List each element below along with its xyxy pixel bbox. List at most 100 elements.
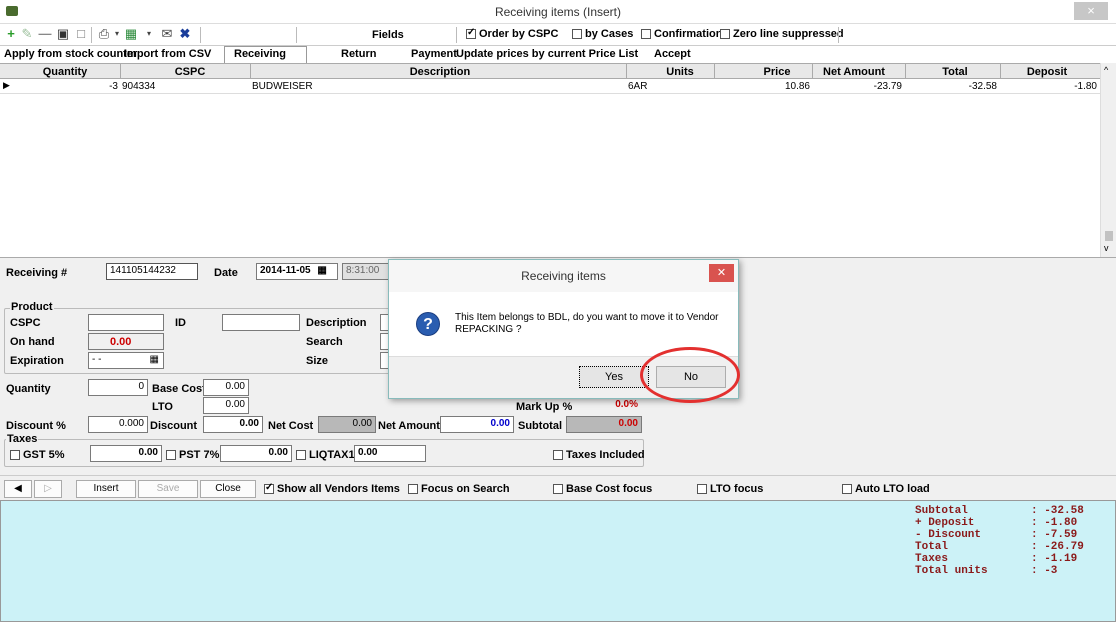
cell-quantity[interactable]: -3	[30, 81, 118, 92]
col-description[interactable]: Description	[380, 66, 500, 78]
id-label: ID	[175, 317, 186, 329]
quantity-input[interactable]: 0	[88, 379, 148, 396]
col-net-amount[interactable]: Net Amount	[814, 66, 894, 78]
items-grid[interactable]: ▶ -3 904334 BUDWEISER 6AR 10.86 -23.79 -…	[0, 79, 1100, 257]
by-cases-label: by Cases	[585, 28, 634, 40]
taxes-included-checkbox[interactable]: Taxes Included	[553, 449, 645, 461]
col-cspc[interactable]: CSPC	[150, 66, 230, 78]
remove-icon[interactable]: —	[38, 27, 52, 41]
cell-units[interactable]: 6AR	[628, 81, 647, 92]
preview-icon[interactable]: ▣	[56, 27, 70, 41]
pst-checkbox[interactable]: PST 7%	[166, 449, 219, 461]
auto-lto-checkbox[interactable]: Auto LTO load	[842, 483, 930, 495]
discount-input[interactable]: 0.00	[203, 416, 263, 433]
col-separator	[905, 64, 906, 80]
time-field[interactable]: 8:31:00	[342, 263, 390, 280]
email-icon[interactable]: ✉	[160, 27, 174, 41]
print-dropdown-icon[interactable]: ▾	[110, 27, 124, 41]
onhand-label: On hand	[10, 336, 55, 348]
liqtax-checkbox[interactable]: LIQTAX10	[296, 449, 356, 461]
excel-dropdown-icon[interactable]: ▾	[142, 27, 156, 41]
action-tabs: Apply from stock counter Import from CSV…	[0, 46, 1116, 63]
col-separator	[1000, 64, 1001, 80]
next-icon[interactable]: ▷	[34, 480, 62, 498]
lto-focus-checkbox[interactable]: LTO focus	[697, 483, 763, 495]
cell-total[interactable]: -32.58	[907, 81, 997, 92]
col-price[interactable]: Price	[752, 66, 802, 78]
tab-update-prices[interactable]: Update prices by current Price List	[456, 48, 638, 60]
close-button[interactable]: Close	[200, 480, 256, 498]
toolbar-separator	[838, 27, 839, 43]
receiving-no-label: Receiving #	[6, 267, 68, 279]
base-cost-input[interactable]: 0.00	[203, 379, 249, 396]
cell-description[interactable]: BUDWEISER	[252, 81, 313, 92]
col-total[interactable]: Total	[930, 66, 980, 78]
tab-receiving[interactable]: Receiving	[234, 48, 286, 60]
pst-field[interactable]: 0.00	[220, 445, 292, 462]
gst-label: GST 5%	[23, 449, 65, 461]
base-cost-focus-checkbox[interactable]: Base Cost focus	[553, 483, 652, 495]
cancel-icon[interactable]: ✖	[178, 27, 192, 41]
dialog-close-button[interactable]: ✕	[709, 264, 734, 282]
cspc-input[interactable]	[88, 314, 164, 331]
add-icon[interactable]: +	[4, 27, 18, 41]
order-by-cspc-label: Order by CSPC	[479, 28, 559, 40]
focus-search-checkbox[interactable]: Focus on Search	[408, 483, 510, 495]
table-row[interactable]: ▶ -3 904334 BUDWEISER 6AR 10.86 -23.79 -…	[0, 79, 1100, 94]
discount-pct-label: Discount %	[6, 420, 66, 432]
tab-return[interactable]: Return	[341, 48, 376, 60]
scroll-thumb[interactable]	[1105, 231, 1113, 241]
excel-icon[interactable]: ▦	[124, 27, 138, 41]
col-deposit[interactable]: Deposit	[1022, 66, 1072, 78]
tab-accept[interactable]: Accept	[654, 48, 691, 60]
gst-checkbox[interactable]: GST 5%	[10, 449, 65, 461]
title-bar: Receiving items (Insert) ×	[0, 0, 1116, 24]
date-field[interactable]: 2014-11-05 ▦	[256, 263, 338, 280]
zero-line-checkbox[interactable]: Zero line suppressed	[720, 28, 844, 40]
cell-net-amount[interactable]: -23.79	[814, 81, 902, 92]
tab-import-csv[interactable]: Import from CSV	[124, 48, 211, 60]
grid-scrollbar[interactable]: ^ v	[1100, 63, 1116, 257]
calendar-icon[interactable]: ▦	[150, 354, 159, 365]
confirmation-checkbox[interactable]: Confirmation	[641, 28, 722, 40]
cell-deposit[interactable]: -1.80	[1002, 81, 1097, 92]
col-separator	[626, 64, 627, 80]
yes-button[interactable]: Yes	[579, 366, 649, 388]
show-all-vendors-checkbox[interactable]: Show all Vendors Items	[264, 482, 400, 495]
window-title: Receiving items (Insert)	[494, 5, 622, 19]
gst-field[interactable]: 0.00	[90, 445, 162, 462]
tab-payment[interactable]: Payment	[411, 48, 457, 60]
cell-cspc[interactable]: 904334	[122, 81, 155, 92]
id-input[interactable]	[222, 314, 300, 331]
liqtax-field[interactable]: 0.00	[354, 445, 426, 462]
receiving-no-field[interactable]: 141105144232	[106, 263, 198, 280]
net-cost-label: Net Cost	[268, 420, 314, 432]
expiration-field[interactable]: - - ▦	[88, 352, 164, 369]
scroll-up-icon[interactable]: ^	[1104, 65, 1108, 75]
cell-price[interactable]: 10.86	[716, 81, 810, 92]
print-icon[interactable]: ⎙	[97, 27, 111, 41]
scroll-down-icon[interactable]: v	[1104, 243, 1109, 253]
col-units[interactable]: Units	[660, 66, 700, 78]
col-separator	[120, 64, 121, 80]
summary-value: : -3	[1031, 565, 1058, 577]
summary-value: : -1.80	[1031, 517, 1078, 529]
show-all-vendors-label: Show all Vendors Items	[277, 483, 400, 495]
discount-pct-input[interactable]: 0.000	[88, 416, 148, 433]
lto-input[interactable]: 0.00	[203, 397, 249, 414]
window-close-button[interactable]: ×	[1074, 2, 1108, 20]
window-icon[interactable]: □	[74, 27, 88, 41]
tab-apply-stock[interactable]: Apply from stock counter	[4, 48, 137, 60]
prev-icon[interactable]: ◀	[4, 480, 32, 498]
net-amount-label: Net Amount	[378, 420, 440, 432]
dialog-title: Receiving items	[521, 269, 606, 283]
insert-button[interactable]: Insert	[76, 480, 136, 498]
col-quantity[interactable]: Quantity	[30, 66, 100, 78]
toolbar: + ✎ — ▣ □ ⎙ ▾ ▦ ▾ ✉ ✖ Fields Order by CS…	[0, 24, 1116, 46]
save-button[interactable]: Save	[138, 480, 198, 498]
fields-label[interactable]: Fields	[372, 29, 404, 41]
calendar-icon[interactable]: ▦	[317, 265, 326, 276]
edit-icon[interactable]: ✎	[20, 27, 34, 41]
by-cases-checkbox[interactable]: by Cases	[572, 28, 633, 40]
order-by-cspc-checkbox[interactable]: Order by CSPC	[466, 27, 559, 40]
